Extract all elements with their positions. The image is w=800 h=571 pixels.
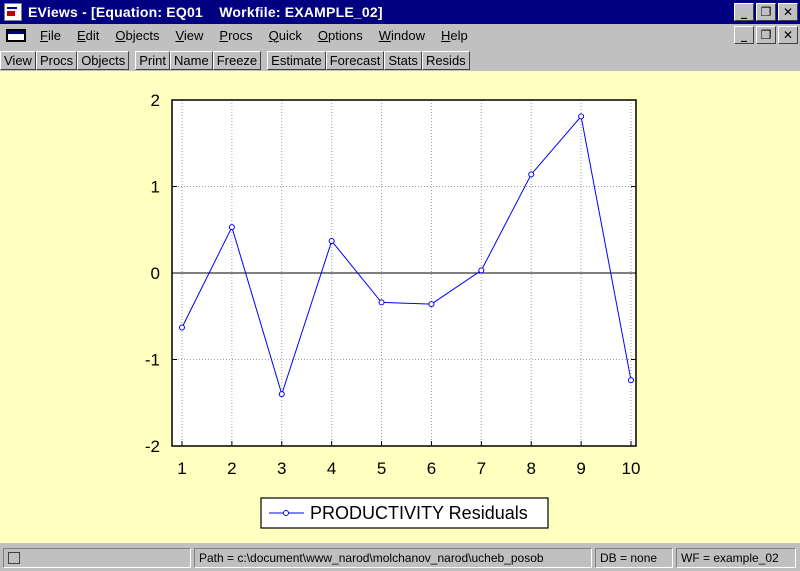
menu-view[interactable]: View [167, 28, 211, 43]
x-tick-label: 3 [277, 459, 286, 478]
data-point [628, 377, 635, 384]
x-tick-label: 10 [622, 459, 641, 478]
menu-window[interactable]: Window [371, 28, 433, 43]
procs-button[interactable]: Procs [35, 50, 78, 70]
data-point [478, 267, 485, 274]
menu-bar: File Edit Objects View Procs Quick Optio… [0, 24, 800, 46]
menu-file[interactable]: File [32, 28, 69, 43]
eviews-app-icon[interactable] [4, 3, 22, 21]
data-point [328, 237, 335, 244]
status-command-cell [3, 548, 191, 568]
doc-restore-button[interactable]: ❐ [756, 26, 776, 44]
data-point [578, 113, 585, 120]
document-window-icon[interactable] [6, 28, 26, 42]
objects-button[interactable]: Objects [77, 50, 130, 70]
y-tick-label: 2 [151, 91, 160, 110]
data-point [528, 171, 535, 178]
legend-marker [283, 510, 289, 516]
equation-toolbar: View Procs Objects Print Name Freeze Est… [0, 50, 800, 70]
resids-button[interactable]: Resids [421, 50, 470, 70]
doc-minimize-button[interactable]: _ [734, 26, 754, 44]
x-tick-label: 7 [477, 459, 486, 478]
y-tick-label: 1 [151, 178, 160, 197]
data-point [278, 391, 285, 398]
menu-help[interactable]: Help [433, 28, 476, 43]
legend-label: PRODUCTIVITY Residuals [310, 503, 528, 523]
x-tick-label: 6 [427, 459, 436, 478]
status-db: DB = none [595, 548, 673, 568]
doc-close-button[interactable]: ✕ [778, 26, 798, 44]
menu-procs[interactable]: Procs [211, 28, 260, 43]
x-tick-label: 4 [327, 459, 336, 478]
restore-button[interactable]: ❐ [756, 3, 776, 21]
name-button[interactable]: Name [170, 50, 213, 70]
x-tick-label: 1 [177, 459, 186, 478]
x-tick-label: 9 [576, 459, 585, 478]
stats-button[interactable]: Stats [384, 50, 422, 70]
estimate-button[interactable]: Estimate [267, 50, 326, 70]
menu-objects[interactable]: Objects [107, 28, 167, 43]
menu-quick[interactable]: Quick [261, 28, 310, 43]
freeze-button[interactable]: Freeze [212, 50, 262, 70]
status-workfile: WF = example_02 [676, 548, 796, 568]
view-button[interactable]: View [0, 50, 36, 70]
data-point [428, 301, 435, 308]
print-button[interactable]: Print [135, 50, 170, 70]
menu-edit[interactable]: Edit [69, 28, 107, 43]
document-window-controls: _ ❐ ✕ [734, 26, 798, 44]
x-tick-label: 2 [227, 459, 236, 478]
forecast-button[interactable]: Forecast [325, 50, 385, 70]
window-title: EViews - [Equation: EQ01 Workfile: EXAMP… [28, 4, 383, 20]
y-tick-label: 0 [151, 264, 160, 283]
x-tick-label: 8 [526, 459, 535, 478]
status-indicator-icon [8, 552, 20, 564]
data-point [178, 324, 185, 331]
data-point [378, 299, 385, 306]
status-bar: Path = c:\document\www_narod\molchanov_n… [0, 545, 800, 571]
data-point [228, 224, 235, 231]
y-tick-label: -2 [145, 437, 160, 456]
status-path: Path = c:\document\www_narod\molchanov_n… [194, 548, 592, 568]
residuals-line-chart: -2 -1 0 1 2 1 2 3 4 5 6 7 8 9 10 PRODUCTIVITY Residuals [145, 91, 641, 529]
residuals-chart-area: -2 -1 0 1 2 1 2 3 4 5 6 7 8 9 10 PRODUCTIVITY Residuals [0, 71, 800, 543]
minimize-button[interactable]: _ [734, 3, 754, 21]
close-button[interactable]: ✕ [778, 3, 798, 21]
menu-options[interactable]: Options [310, 28, 371, 43]
x-tick-label: 5 [377, 459, 386, 478]
y-tick-label: -1 [145, 351, 160, 370]
title-bar: EViews - [Equation: EQ01 Workfile: EXAMP… [0, 0, 800, 24]
app-window-controls: _ ❐ ✕ [734, 3, 798, 21]
